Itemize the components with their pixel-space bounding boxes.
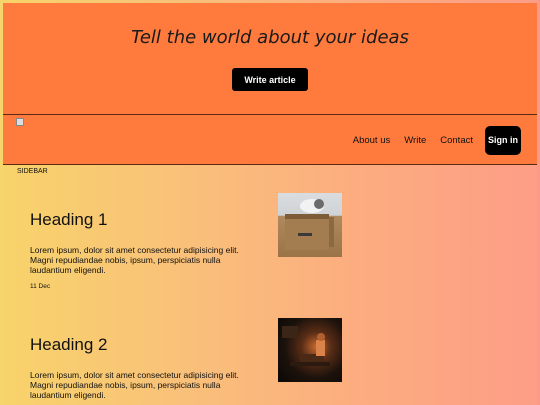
hero-banner: Tell the world about your ideas Write ar… <box>3 3 537 115</box>
hero-title: Tell the world about your ideas <box>131 27 409 48</box>
post-excerpt: Lorem ipsum, dolor sit amet consectetur … <box>30 245 239 275</box>
nav-links: About us Write Contact Sign in <box>353 115 537 165</box>
post-heading[interactable]: Heading 1 <box>30 210 108 230</box>
post-date: 11 Dec <box>30 283 51 290</box>
post-image-cat-in-box[interactable] <box>278 193 342 257</box>
navbar: About us Write Contact Sign in <box>3 115 537 165</box>
nav-link-about-us[interactable]: About us <box>353 135 391 146</box>
post-image-dim-room[interactable] <box>278 318 342 382</box>
logo-broken-image-icon[interactable] <box>16 118 24 126</box>
dim-room-illustration <box>282 326 330 366</box>
sidebar-label: SIDEBAR <box>17 168 48 175</box>
post-card-1[interactable]: Heading 1 Lorem ipsum, dolor sit amet co… <box>30 190 350 300</box>
nav-link-write[interactable]: Write <box>404 135 426 146</box>
nav-link-contact[interactable]: Contact <box>440 135 473 146</box>
write-article-button[interactable]: Write article <box>232 68 308 91</box>
post-excerpt: Lorem ipsum, dolor sit amet consectetur … <box>30 370 239 400</box>
post-card-2[interactable]: Heading 2 Lorem ipsum, dolor sit amet co… <box>30 315 350 405</box>
cat-in-box-illustration <box>285 199 334 250</box>
sign-in-button[interactable]: Sign in <box>485 125 521 155</box>
post-heading[interactable]: Heading 2 <box>30 335 108 355</box>
